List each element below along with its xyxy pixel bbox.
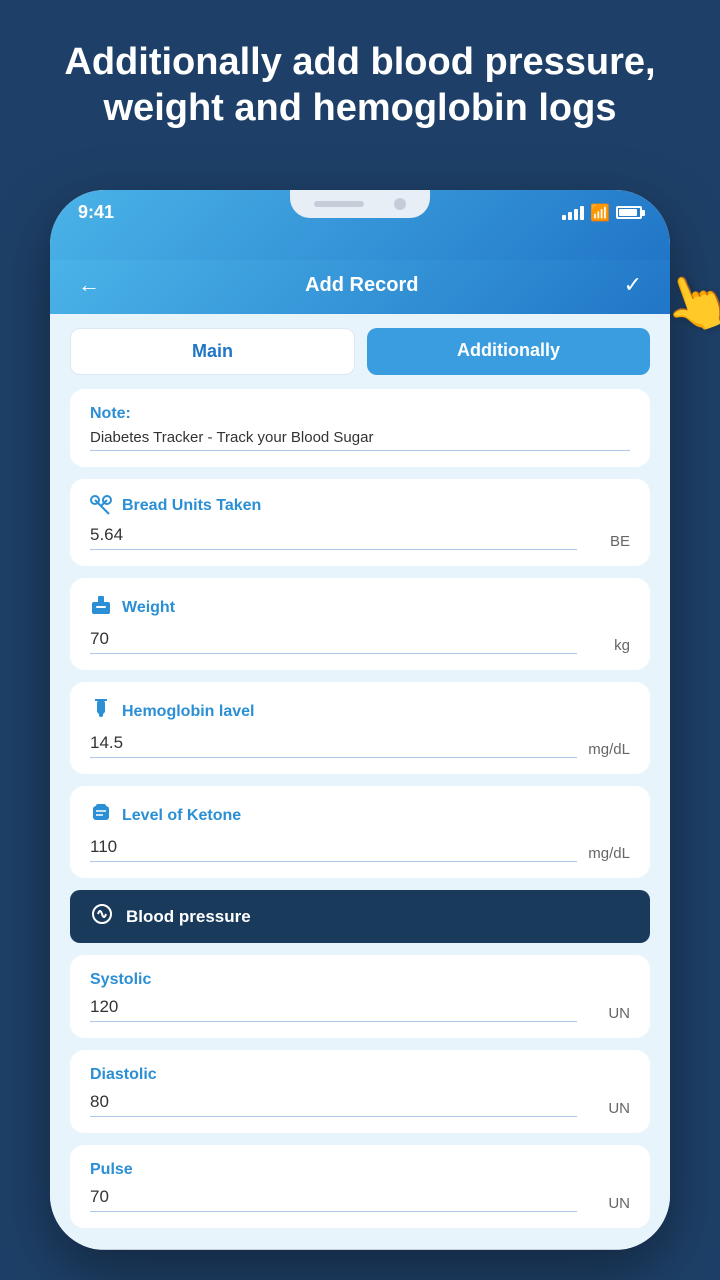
diastolic-field: 80 UN (90, 1092, 630, 1117)
weight-value: 70 (90, 629, 109, 648)
blood-pressure-header: Blood pressure (70, 890, 650, 943)
content-area: Note: Diabetes Tracker - Track your Bloo… (50, 389, 670, 1249)
scissors-icon (90, 495, 112, 517)
systolic-value: 120 (90, 997, 118, 1016)
pulse-value: 70 (90, 1187, 109, 1206)
hemoglobin-label: Hemoglobin lavel (90, 698, 630, 725)
bread-units-unit: BE (585, 533, 630, 550)
note-value[interactable]: Diabetes Tracker - Track your Blood Suga… (90, 429, 630, 451)
systolic-card: Systolic 120 UN (70, 955, 650, 1038)
tab-additionally[interactable]: Additionally (367, 328, 650, 375)
bread-units-card: Bread Units Taken 5.64 BE (70, 479, 650, 566)
note-label: Note: (90, 405, 630, 423)
ketone-value: 110 (90, 837, 117, 856)
hemoglobin-card: Hemoglobin lavel 14.5 mg/dL (70, 682, 650, 774)
systolic-label: Systolic (90, 971, 630, 989)
app-bar: ← Add Record ✓ (50, 260, 670, 314)
blood-pressure-title: Blood pressure (126, 907, 251, 927)
hemoglobin-unit: mg/dL (585, 741, 630, 758)
app-bar-title: Add Record (305, 274, 418, 297)
blood-pressure-icon (90, 902, 114, 931)
pulse-label: Pulse (90, 1161, 630, 1179)
bread-units-value: 5.64 (90, 525, 123, 544)
diastolic-card: Diastolic 80 UN (70, 1050, 650, 1133)
weight-field: 70 kg (90, 629, 630, 654)
systolic-field: 120 UN (90, 997, 630, 1022)
hemoglobin-value: 14.5 (90, 733, 123, 752)
diastolic-unit: UN (585, 1100, 630, 1117)
status-icons: 📶 (562, 203, 642, 223)
tab-bar: Main Additionally (50, 314, 670, 389)
wifi-icon: 📶 (590, 203, 610, 223)
notch (290, 190, 430, 218)
signal-icon (562, 206, 584, 220)
ketone-card: Level of Ketone 110 mg/dL (70, 786, 650, 878)
pulse-card: Pulse 70 UN (70, 1145, 650, 1228)
note-card: Note: Diabetes Tracker - Track your Bloo… (70, 389, 650, 467)
diastolic-label: Diastolic (90, 1066, 630, 1084)
tab-main[interactable]: Main (70, 328, 355, 375)
pulse-unit: UN (585, 1195, 630, 1212)
bread-units-field: 5.64 BE (90, 525, 630, 550)
ketone-icon (90, 802, 112, 829)
ketone-field: 110 mg/dL (90, 837, 630, 862)
test-tube-icon (90, 698, 112, 725)
confirm-button[interactable]: ✓ (624, 272, 642, 298)
ketone-unit: mg/dL (585, 845, 630, 862)
battery-icon (616, 206, 642, 219)
diastolic-value: 80 (90, 1092, 109, 1111)
status-time: 9:41 (78, 202, 114, 223)
speaker (314, 201, 364, 207)
status-bar-area: 9:41 📶 (50, 190, 670, 260)
pulse-field: 70 UN (90, 1187, 630, 1212)
camera (394, 198, 406, 210)
bread-units-label: Bread Units Taken (90, 495, 630, 517)
weight-unit: kg (585, 637, 630, 654)
headline: Additionally add blood pressure, weight … (0, 40, 720, 131)
scale-icon (90, 594, 112, 621)
systolic-unit: UN (585, 1005, 630, 1022)
hemoglobin-field: 14.5 mg/dL (90, 733, 630, 758)
phone-frame: 9:41 📶 ← Add Record ✓ Main Additionally (50, 190, 670, 1250)
ketone-label: Level of Ketone (90, 802, 630, 829)
weight-card: Weight 70 kg (70, 578, 650, 670)
back-button[interactable]: ← (78, 272, 100, 298)
weight-label: Weight (90, 594, 630, 621)
